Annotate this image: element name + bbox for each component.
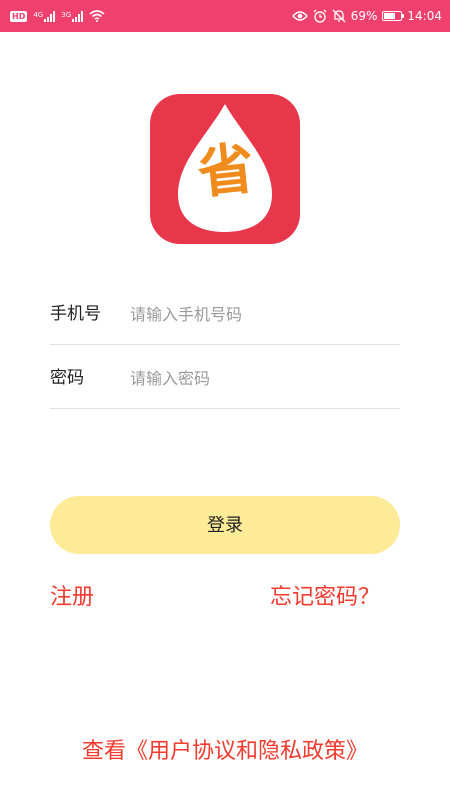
network-type-label-secondary: 3G (61, 10, 72, 19)
password-input[interactable] (130, 361, 396, 395)
phone-input[interactable] (130, 297, 396, 331)
phone-label: 手机号 (50, 304, 101, 324)
password-label: 密码 (50, 368, 84, 388)
clock: 14:04 (407, 9, 442, 23)
password-field: 密码 (50, 357, 400, 409)
signal-icon-secondary: 3G (61, 10, 84, 22)
status-right: 69% 14:04 (291, 9, 442, 23)
network-type-label: 4G (33, 10, 44, 19)
battery-icon (382, 11, 405, 21)
app-logo: 省 (150, 94, 300, 244)
hd-icon: HD (10, 10, 28, 22)
eye-icon (291, 11, 308, 21)
alarm-icon (313, 9, 327, 23)
register-link[interactable]: 注册 (50, 583, 94, 613)
privacy-policy-link[interactable]: 查看《用户协议和隐私政策》 (0, 736, 450, 768)
login-button[interactable]: 登录 (50, 496, 400, 554)
logo-character: 省 (194, 135, 258, 207)
signal-icon: 4G (33, 10, 56, 22)
mute-icon (332, 9, 346, 23)
battery-percent: 69% (350, 9, 378, 23)
wifi-icon (89, 10, 105, 22)
forgot-password-link[interactable]: 忘记密码？ (270, 583, 380, 613)
status-left: HD 4G 3G (10, 10, 105, 22)
phone-field: 手机号 (50, 293, 400, 345)
status-bar: HD 4G 3G 69% 14:04 (0, 0, 450, 32)
